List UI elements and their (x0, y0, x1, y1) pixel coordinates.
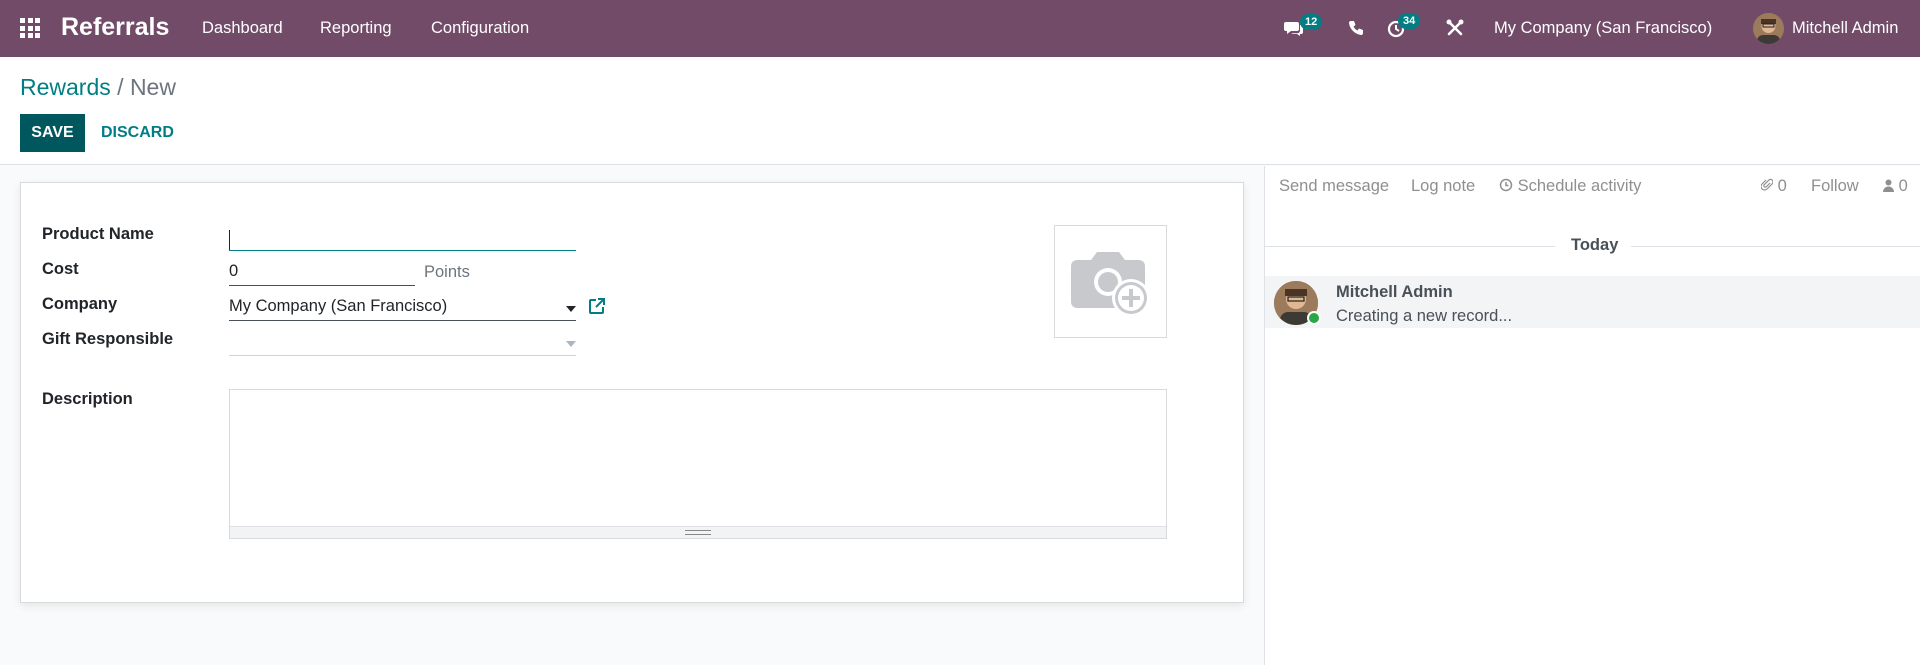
attachments-count: 0 (1777, 177, 1787, 195)
message-author[interactable]: Mitchell Admin (1336, 283, 1453, 302)
messages-badge: 12 (1300, 14, 1323, 30)
company-value: My Company (San Francisco) (229, 297, 448, 315)
date-separator: Today (1265, 236, 1920, 256)
external-link-icon[interactable] (588, 297, 606, 315)
clock-icon (1499, 178, 1513, 192)
form-area: Product Name Cost 0 Points Company My Co… (0, 166, 1264, 665)
online-status-dot (1307, 311, 1321, 325)
attachments-button[interactable]: 0 (1760, 177, 1787, 196)
app-title[interactable]: Referrals (61, 13, 169, 42)
cost-input[interactable]: 0 (229, 262, 415, 286)
gift-responsible-dropdown-caret-icon[interactable] (566, 341, 576, 347)
breadcrumb-rewards-link[interactable]: Rewards (20, 74, 111, 100)
form-sheet: Product Name Cost 0 Points Company My Co… (20, 182, 1244, 603)
resize-grip[interactable] (230, 526, 1166, 538)
followers-count: 0 (1898, 177, 1908, 195)
user-avatar[interactable] (1753, 13, 1784, 44)
cost-value: 0 (229, 262, 239, 280)
phone-icon[interactable] (1345, 17, 1367, 39)
debug-tools-icon[interactable] (1444, 17, 1466, 39)
message-body: Creating a new record... (1336, 307, 1513, 325)
breadcrumb-separator: / (117, 74, 124, 100)
user-menu[interactable]: Mitchell Admin (1792, 19, 1898, 38)
gift-responsible-select[interactable] (229, 332, 576, 356)
activities-badge: 34 (1398, 13, 1421, 29)
cost-unit-label: Points (424, 263, 470, 281)
menu-configuration[interactable]: Configuration (431, 19, 529, 38)
discard-button[interactable]: Discard (91, 114, 184, 152)
breadcrumb-current: New (129, 74, 176, 100)
menu-dashboard[interactable]: Dashboard (202, 19, 283, 38)
company-label: Company (42, 295, 118, 313)
camera-plus-icon (1071, 252, 1150, 317)
top-navbar: Referrals Dashboard Reporting Configurat… (0, 0, 1920, 57)
product-name-label: Product Name (42, 225, 154, 243)
breadcrumb: Rewards / New (20, 74, 176, 101)
follow-button[interactable]: Follow (1811, 177, 1859, 196)
description-label: Description (42, 390, 133, 408)
schedule-activity-label: Schedule activity (1517, 177, 1642, 195)
product-image-upload[interactable] (1054, 225, 1167, 338)
gift-responsible-label: Gift Responsible (42, 330, 174, 348)
text-caret (229, 230, 230, 250)
menu-reporting[interactable]: Reporting (320, 19, 392, 38)
send-message-button[interactable]: Send message (1279, 177, 1389, 196)
log-note-button[interactable]: Log note (1411, 177, 1475, 196)
description-textarea[interactable] (229, 389, 1167, 539)
control-panel: Rewards / New Save Discard (0, 57, 1920, 165)
chatter-message: Mitchell Admin Creating a new record... (1265, 276, 1920, 328)
chatter-panel: Send message Log note Schedule activity … (1264, 166, 1920, 665)
user-icon (1883, 179, 1894, 192)
company-switcher[interactable]: My Company (San Francisco) (1494, 19, 1712, 38)
followers-button[interactable]: 0 (1883, 177, 1908, 196)
apps-grid-icon[interactable] (20, 18, 40, 38)
company-dropdown-caret-icon[interactable] (566, 306, 576, 312)
cost-label: Cost (42, 260, 79, 278)
chatter-topbar: Send message Log note Schedule activity … (1265, 166, 1920, 206)
paperclip-icon (1760, 178, 1774, 191)
schedule-activity-button[interactable]: Schedule activity (1499, 177, 1641, 196)
company-select[interactable]: My Company (San Francisco) (229, 297, 576, 321)
save-button[interactable]: Save (20, 114, 85, 152)
date-separator-label: Today (1571, 236, 1619, 254)
product-name-input[interactable] (229, 227, 576, 251)
